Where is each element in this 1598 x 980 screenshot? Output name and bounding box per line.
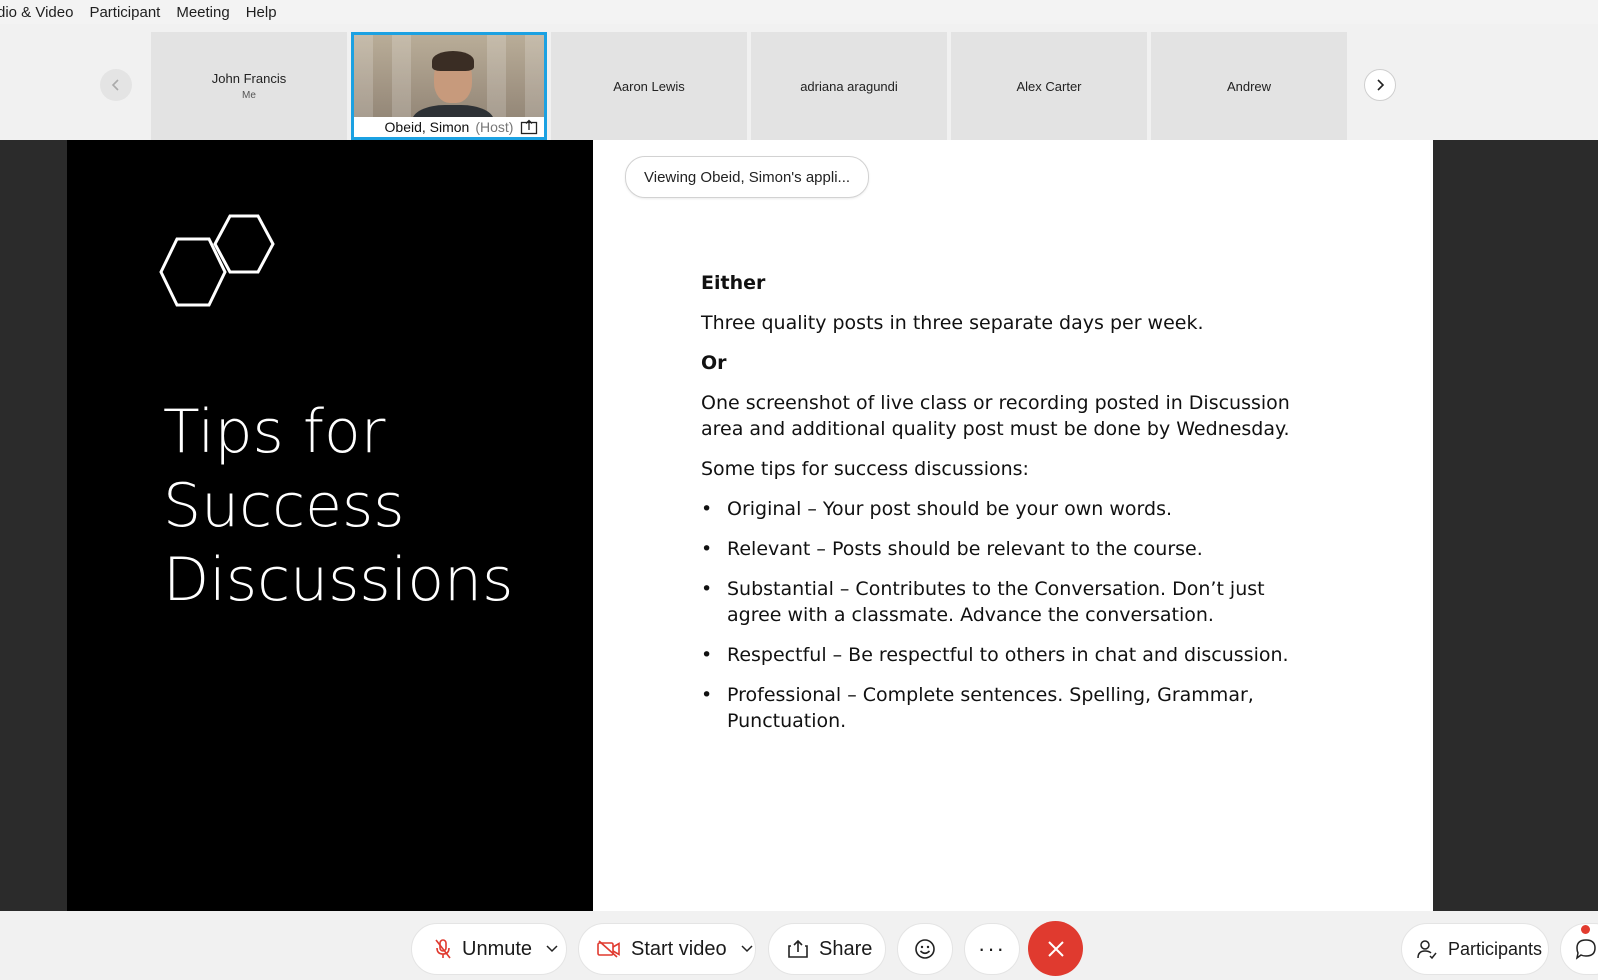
share-icon bbox=[788, 939, 808, 958]
end-call-button[interactable] bbox=[1028, 921, 1083, 976]
participant-name: John Francis bbox=[211, 71, 287, 86]
end-call-icon bbox=[1047, 940, 1064, 957]
slide-title-panel: Tips for Success Discussions bbox=[67, 140, 593, 911]
participant-name: Aaron Lewis bbox=[613, 78, 685, 94]
tips-list: • Original – Your post should be your ow… bbox=[701, 496, 1341, 734]
start-video-label: Start video bbox=[631, 937, 727, 960]
slide-text: One screenshot of live class or recordin… bbox=[701, 392, 1290, 440]
slide-heading-either: Either bbox=[701, 272, 766, 294]
share-label: Share bbox=[819, 937, 873, 960]
participant-strip: John Francis Me Obeid, Simon (Host) Aaro… bbox=[0, 24, 1598, 140]
chevron-right-icon bbox=[1377, 79, 1385, 91]
menu-help[interactable]: Help bbox=[246, 4, 277, 21]
unmute-button[interactable]: Unmute bbox=[411, 923, 567, 975]
meeting-controls-toolbar: Unmute Start video Share ··· Participant… bbox=[0, 911, 1598, 980]
previous-participants-button[interactable] bbox=[100, 69, 132, 101]
host-badge: (Host) bbox=[475, 119, 514, 135]
participant-name-bar: Obeid, Simon (Host) bbox=[354, 117, 544, 137]
participant-tile-john-francis[interactable]: John Francis Me bbox=[151, 32, 347, 140]
participants-button[interactable]: Participants bbox=[1401, 923, 1549, 975]
slide-title: Tips for Success Discussions bbox=[163, 397, 514, 615]
chat-button[interactable] bbox=[1560, 923, 1598, 975]
menu-bar: dio & Video Participant Meeting Help bbox=[0, 0, 1598, 24]
list-item: • Original – Your post should be your ow… bbox=[701, 498, 1173, 520]
chevron-down-icon[interactable] bbox=[741, 945, 753, 953]
list-item: • Professional – Complete sentences. Spe… bbox=[701, 684, 1254, 732]
reactions-icon bbox=[915, 939, 935, 959]
chevron-left-icon bbox=[111, 79, 119, 91]
more-options-button[interactable]: ··· bbox=[964, 923, 1020, 975]
menu-meeting[interactable]: Meeting bbox=[176, 4, 229, 21]
participant-tile-andrew[interactable]: Andrew bbox=[1151, 32, 1347, 140]
slide-text: Three quality posts in three separate da… bbox=[701, 312, 1204, 334]
participant-tile-obeid-simon[interactable]: Obeid, Simon (Host) bbox=[351, 32, 547, 140]
more-icon: ··· bbox=[978, 936, 1006, 961]
slide-tips-intro: Some tips for success discussions: bbox=[701, 458, 1029, 480]
list-item: • Respectful – Be respectful to others i… bbox=[701, 644, 1289, 666]
participant-tile-adriana-aragundi[interactable]: adriana aragundi bbox=[751, 32, 947, 140]
participant-tile-alex-carter[interactable]: Alex Carter bbox=[951, 32, 1147, 140]
video-off-icon bbox=[597, 940, 620, 958]
participant-tile-aaron-lewis[interactable]: Aaron Lewis bbox=[551, 32, 747, 140]
reactions-button[interactable] bbox=[897, 923, 953, 975]
start-video-button[interactable]: Start video bbox=[578, 923, 756, 975]
shared-content-stage: Tips for Success Discussions Viewing Obe… bbox=[0, 140, 1598, 911]
chevron-down-icon[interactable] bbox=[546, 945, 558, 953]
share-screen-icon bbox=[520, 119, 538, 135]
participant-self-label: Me bbox=[242, 90, 256, 101]
participant-name: Obeid, Simon bbox=[384, 119, 470, 135]
participant-name: Andrew bbox=[1226, 78, 1272, 94]
microphone-muted-icon bbox=[435, 939, 451, 959]
slide-content-panel: Viewing Obeid, Simon's appli... Either T… bbox=[593, 140, 1433, 911]
viewing-indicator[interactable]: Viewing Obeid, Simon's appli... bbox=[625, 156, 870, 198]
unmute-label: Unmute bbox=[462, 937, 533, 960]
list-item: • Relevant – Posts should be relevant to… bbox=[701, 538, 1203, 560]
next-participants-button[interactable] bbox=[1364, 69, 1396, 101]
slide-heading-or: Or bbox=[701, 352, 727, 374]
list-item: • Substantial – Contributes to the Conve… bbox=[701, 578, 1265, 626]
chat-icon bbox=[1575, 939, 1596, 960]
slide-body: Either Three quality posts in three sepa… bbox=[701, 270, 1341, 748]
share-button[interactable]: Share bbox=[768, 923, 886, 975]
hexagon-logo-icon bbox=[159, 214, 275, 307]
menu-audio-video[interactable]: dio & Video bbox=[0, 4, 73, 21]
chat-notification-badge bbox=[1581, 925, 1590, 934]
participants-label: Participants bbox=[1448, 938, 1543, 959]
menu-participant[interactable]: Participant bbox=[89, 4, 160, 21]
participant-name: adriana aragundi bbox=[800, 78, 898, 94]
participants-icon bbox=[1417, 940, 1437, 960]
participant-name: Alex Carter bbox=[1016, 78, 1082, 94]
